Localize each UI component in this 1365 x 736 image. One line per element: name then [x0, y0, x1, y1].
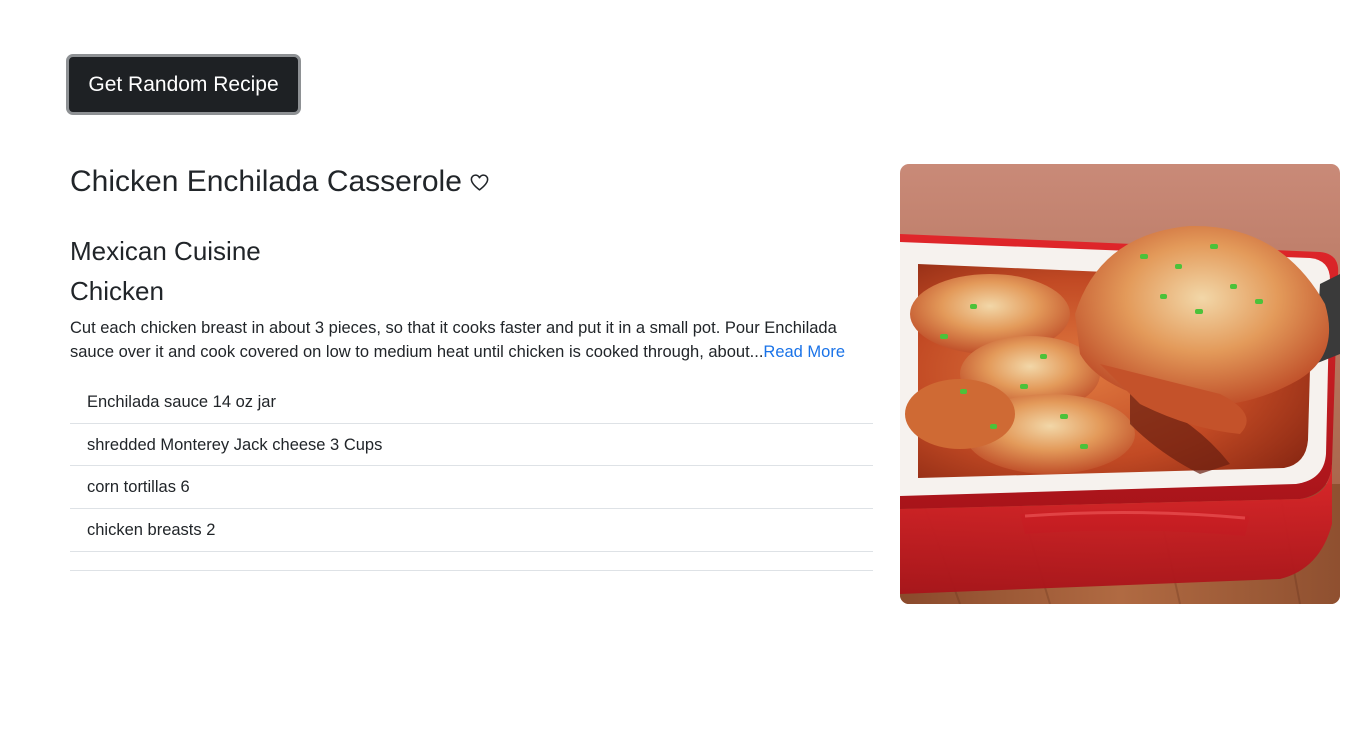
heart-icon[interactable]: [470, 172, 490, 192]
ingredient-item: chicken breasts 2: [70, 509, 873, 552]
recipe-title-row: Chicken Enchilada Casserole: [70, 160, 490, 204]
list-divider: [70, 552, 873, 571]
recipe-cuisine: Mexican Cuisine: [70, 236, 261, 266]
ingredient-item: Enchilada sauce 14 oz jar: [70, 381, 873, 424]
recipe-title: Chicken Enchilada Casserole: [70, 165, 462, 198]
recipe-category: Chicken: [70, 276, 164, 306]
recipe-instructions: Cut each chicken breast in about 3 piece…: [70, 316, 880, 364]
casserole-photo: [900, 164, 1340, 604]
ingredient-item: corn tortillas 6: [70, 466, 873, 510]
get-random-recipe-button[interactable]: Get Random Recipe: [66, 54, 301, 115]
ingredient-item: shredded Monterey Jack cheese 3 Cups: [70, 424, 873, 467]
recipe-image: [900, 164, 1340, 604]
ingredients-list: Enchilada sauce 14 oz jar shredded Monte…: [70, 381, 873, 571]
read-more-link[interactable]: Read More: [763, 343, 845, 361]
instructions-text: Cut each chicken breast in about 3 piece…: [70, 319, 837, 361]
